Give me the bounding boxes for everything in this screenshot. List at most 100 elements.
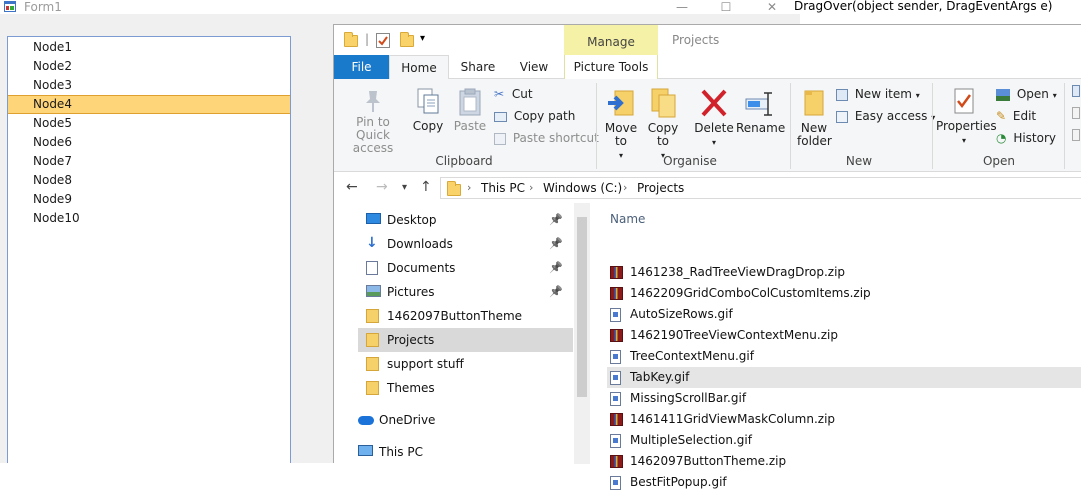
invert-selection-icon[interactable] <box>1072 129 1080 141</box>
tree-view[interactable]: Node1 Node2 Node3 Node4 Node5 Node6 Node7 Node8… <box>7 36 291 463</box>
nav-item-label: Downloads <box>387 237 453 251</box>
easy-access-button[interactable]: Easy access ▾ <box>836 107 935 125</box>
properties-button[interactable]: Properties ▾ <box>936 87 997 147</box>
breadcrumb-this-pc[interactable]: This PC <box>481 181 525 195</box>
nav-item[interactable]: Themes <box>358 376 573 400</box>
tab-share[interactable]: Share <box>452 55 504 79</box>
pin-icon[interactable]: 📌 <box>549 256 563 280</box>
paste-shortcut-button[interactable]: Paste shortcut <box>494 129 599 147</box>
tab-file[interactable]: File <box>334 55 389 79</box>
tab-home[interactable]: Home <box>389 55 449 79</box>
nav-item[interactable]: Desktop 📌 <box>358 208 573 232</box>
new-item-label: New item <box>854 87 912 101</box>
minimize-button[interactable]: — <box>660 0 704 14</box>
tab-picture-tools[interactable]: Picture Tools <box>564 55 658 79</box>
form-app-icon <box>4 1 16 12</box>
select-none-icon[interactable] <box>1072 107 1080 119</box>
new-folder-icon[interactable] <box>400 32 414 47</box>
new-item-button[interactable]: New item ▾ <box>836 85 920 103</box>
nav-item[interactable]: Documents 📌 <box>358 256 573 280</box>
folder-icon[interactable] <box>344 32 358 47</box>
paste-button[interactable]: Paste <box>448 87 492 133</box>
file-row[interactable]: 1462097ButtonTheme.zip <box>607 451 1081 472</box>
breadcrumb[interactable]: › This PC › Windows (C:) › Projects <box>440 177 1081 199</box>
pin-icon[interactable]: 📌 <box>549 232 563 256</box>
nav-item[interactable]: OneDrive <box>350 408 565 432</box>
nav-item[interactable]: ↓ Downloads 📌 <box>358 232 573 256</box>
file-row[interactable]: 1462209GridComboColCustomItems.zip <box>607 283 1081 304</box>
copy-path-button[interactable]: Copy path <box>494 107 575 125</box>
navigation-pane[interactable]: Desktop 📌 ↓ Downloads 📌 Documents 📌 Pictures 📌 14… <box>334 203 574 464</box>
tree-node[interactable]: Node4 <box>8 95 290 114</box>
file-row[interactable]: 1462190TreeViewContextMenu.zip <box>607 325 1081 346</box>
file-row[interactable]: AutoSizeRows.gif <box>607 304 1081 325</box>
tree-node[interactable]: Node2 <box>8 57 290 76</box>
pin-to-quick-access-button[interactable]: Pin to Quick access <box>338 87 408 155</box>
form1-titlebar[interactable]: Form1 — ☐ ✕ <box>0 0 800 14</box>
copy-button[interactable]: Copy <box>408 87 448 133</box>
delete-button[interactable]: Delete ▾ <box>692 87 736 149</box>
tree-node[interactable]: Node10 <box>8 209 290 228</box>
file-row[interactable]: 1461238_RadTreeViewDragDrop.zip <box>607 262 1081 283</box>
folder-icon <box>366 309 379 323</box>
tree-node[interactable]: Node9 <box>8 190 290 209</box>
file-row[interactable]: MultipleSelection.gif <box>607 430 1081 451</box>
zip-archive-icon <box>610 455 623 468</box>
nav-item[interactable]: Pictures 📌 <box>358 280 573 304</box>
nav-item-label: Projects <box>387 333 435 347</box>
tree-node[interactable]: Node1 <box>8 38 290 57</box>
move-to-icon <box>608 90 634 116</box>
manage-context-tab[interactable]: Manage <box>564 25 658 55</box>
file-name: 1462209GridComboColCustomItems.zip <box>630 286 871 300</box>
new-item-chevron-icon: ▾ <box>915 91 920 100</box>
file-row[interactable]: 1461411GridViewMaskColumn.zip <box>607 409 1081 430</box>
breadcrumb-windows-c[interactable]: Windows (C:) <box>543 181 622 195</box>
nav-item[interactable]: This PC <box>350 440 565 464</box>
move-to-button[interactable]: Move to ▾ <box>600 87 642 162</box>
qat-dropdown-icon[interactable]: ▾ <box>420 33 425 44</box>
toolbar-divider: | <box>365 32 370 46</box>
file-row[interactable]: MissingScrollBar.gif <box>607 388 1081 409</box>
chevron-right-icon[interactable]: › <box>467 181 471 194</box>
file-name: 1462097ButtonTheme.zip <box>630 454 787 468</box>
chevron-right-icon[interactable]: › <box>623 181 627 194</box>
nav-item[interactable]: support stuff <box>358 352 573 376</box>
close-button[interactable]: ✕ <box>750 0 794 14</box>
pin-icon[interactable]: 📌 <box>549 280 563 304</box>
file-row[interactable]: BestFitPopup.gif <box>607 472 1081 493</box>
copy-to-button[interactable]: Copy to ▾ <box>642 87 684 162</box>
new-folder-button[interactable]: New folder <box>794 87 834 148</box>
paste-shortcut-label: Paste shortcut <box>512 131 599 145</box>
tree-node[interactable]: Node5 <box>8 114 290 133</box>
history-button[interactable]: ◔ History <box>996 129 1056 147</box>
nav-item[interactable]: Projects <box>358 328 573 352</box>
up-arrow-icon[interactable]: ↑ <box>420 179 432 195</box>
nav-item[interactable]: 1462097ButtonTheme <box>358 304 573 328</box>
file-list[interactable]: Name 1461238_RadTreeViewDragDrop.zip 1462… <box>592 203 1081 490</box>
tree-node[interactable]: Node6 <box>8 133 290 152</box>
column-header-name[interactable]: Name <box>610 212 645 226</box>
select-icon[interactable] <box>1072 85 1080 97</box>
rename-button[interactable]: Rename <box>736 87 785 135</box>
file-row[interactable]: TreeContextMenu.gif <box>607 346 1081 367</box>
tree-node[interactable]: Node3 <box>8 76 290 95</box>
properties-check-icon[interactable] <box>376 33 390 48</box>
file-row[interactable]: TabKey.gif <box>607 367 1081 388</box>
cut-button[interactable]: ✂ Cut <box>494 85 533 103</box>
forward-arrow-icon[interactable]: → <box>376 179 388 195</box>
open-button[interactable]: Open ▾ <box>996 85 1057 103</box>
breadcrumb-projects[interactable]: Projects <box>637 181 684 195</box>
gif-image-icon <box>610 371 621 385</box>
pin-icon[interactable]: 📌 <box>549 208 563 232</box>
scrollbar-thumb[interactable] <box>577 217 587 397</box>
tree-node[interactable]: Node8 <box>8 171 290 190</box>
maximize-button[interactable]: ☐ <box>704 0 748 14</box>
chevron-right-icon[interactable]: › <box>529 181 533 194</box>
quick-access-toolbar: | ▾ Manage Projects <box>334 25 1081 55</box>
tree-node[interactable]: Node7 <box>8 152 290 171</box>
tab-view[interactable]: View <box>506 55 562 79</box>
recent-locations-chevron-icon[interactable]: ▾ <box>402 182 407 193</box>
edit-button[interactable]: ✎ Edit <box>996 107 1036 125</box>
nav-item-label: Documents <box>387 261 456 275</box>
back-arrow-icon[interactable]: ← <box>346 179 358 195</box>
